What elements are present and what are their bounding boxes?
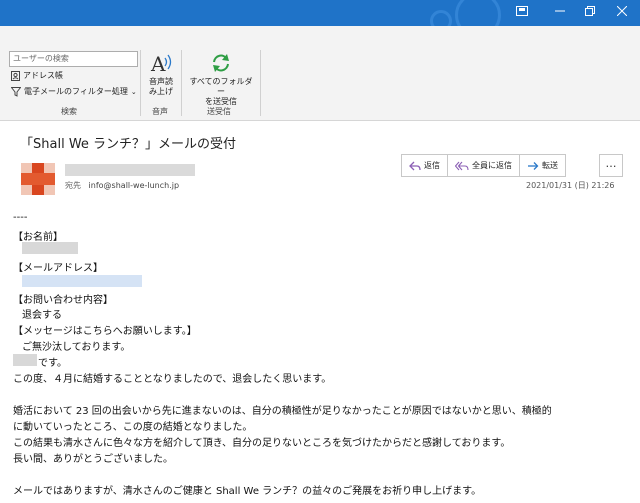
message-subject: 「Shall We ランチ？」メールの受付 xyxy=(20,137,237,152)
user-search-input[interactable]: ユーザーの検索 xyxy=(9,51,138,67)
body-name-header: 【お名前】 xyxy=(13,232,63,243)
reply-label: 返信 xyxy=(424,161,440,170)
title-bar xyxy=(0,0,640,38)
reply-all-label: 全員に返信 xyxy=(472,161,512,170)
ribbon: ユーザーの検索 アドレス帳 電子メールのフィルター処理 ⌄ 検索 A 音声読 み… xyxy=(0,26,640,121)
chevron-down-icon: ⌄ xyxy=(130,87,137,96)
to-label: 宛先 xyxy=(65,181,81,190)
sender-avatar xyxy=(21,163,55,195)
body-line-5: 長い間、ありがとうございました。 xyxy=(13,454,173,465)
read-aloud-icon: A xyxy=(150,52,172,76)
message-date: 2021/01/31 (日) 21:26 xyxy=(526,181,615,190)
body-desu: です。 xyxy=(38,358,67,369)
close-icon[interactable] xyxy=(612,3,632,23)
minimize-icon[interactable] xyxy=(550,3,570,23)
message-actions: 返信 全員に返信 転送 xyxy=(401,154,566,177)
sender-name-redacted xyxy=(65,164,195,176)
filter-email-label: 電子メールのフィルター処理 xyxy=(24,87,128,96)
forward-icon xyxy=(528,161,539,170)
reply-all-button[interactable]: 全員に返信 xyxy=(448,155,520,176)
redacted-surname xyxy=(13,354,37,366)
reply-button[interactable]: 返信 xyxy=(402,155,448,176)
body-dashes: ---- xyxy=(13,212,28,223)
group-label-search: 検索 xyxy=(61,107,77,116)
to-address[interactable]: info@shall-we-lunch.jp xyxy=(89,181,180,190)
ribbon-display-icon[interactable] xyxy=(512,3,532,23)
read-aloud-button[interactable]: A 音声読 み上げ xyxy=(144,52,178,97)
send-receive-label-1: すべてのフォルダー xyxy=(189,77,253,96)
read-aloud-label-1: 音声読 xyxy=(149,77,173,86)
divider xyxy=(181,50,182,116)
group-label-speech: 音声 xyxy=(152,107,168,116)
body-inquiry-header: 【お問い合わせ内容】 xyxy=(13,295,113,306)
forward-button[interactable]: 転送 xyxy=(520,155,565,176)
body-line-4: この結果も清水さんに色々な方を紹介して頂き、自分の足りないところを気づけたからだ… xyxy=(13,438,511,449)
body-greeting: ご無沙汰しております。 xyxy=(22,342,131,353)
redacted-name xyxy=(22,242,78,254)
body-message-header: 【メッセージはこちらへお願いします。】 xyxy=(13,326,197,337)
body-line-1: この度、４月に結婚することとなりましたので、退会したく思います。 xyxy=(13,374,332,385)
body-email-header: 【メールアドレス】 xyxy=(13,263,103,274)
divider xyxy=(140,50,141,116)
group-label-send-receive: 送受信 xyxy=(207,107,231,116)
address-book-button[interactable]: アドレス帳 xyxy=(11,70,63,81)
filter-icon xyxy=(11,86,21,97)
body-line-2: 婚活において 23 回の出会いから先に進まないのは、自分の積極性が足りなかったこ… xyxy=(13,406,552,417)
address-book-icon xyxy=(11,70,20,81)
address-book-label: アドレス帳 xyxy=(23,71,63,80)
redacted-email xyxy=(22,275,142,287)
restore-icon[interactable] xyxy=(580,3,600,23)
forward-label: 転送 xyxy=(542,161,558,170)
reply-icon xyxy=(409,161,421,170)
read-aloud-label-2: み上げ xyxy=(149,87,173,96)
svg-text:A: A xyxy=(150,52,166,74)
body-line-6: メールではありますが、清水さんのご健康と Shall We ランチ？の益々のご発… xyxy=(13,486,482,497)
send-receive-all-button[interactable]: すべてのフォルダー を送受信 xyxy=(186,52,256,107)
recipient-row: 宛先 info@shall-we-lunch.jp xyxy=(65,180,179,191)
sync-icon xyxy=(213,54,229,72)
divider xyxy=(260,50,261,116)
filter-email-button[interactable]: 電子メールのフィルター処理 ⌄ xyxy=(11,86,137,97)
more-actions-button[interactable]: … xyxy=(599,154,623,177)
body-line-3: に動いていったところ、この度の結婚となりました。 xyxy=(13,422,253,433)
body-inquiry-value: 退会する xyxy=(22,310,62,321)
reply-all-icon xyxy=(455,161,469,170)
